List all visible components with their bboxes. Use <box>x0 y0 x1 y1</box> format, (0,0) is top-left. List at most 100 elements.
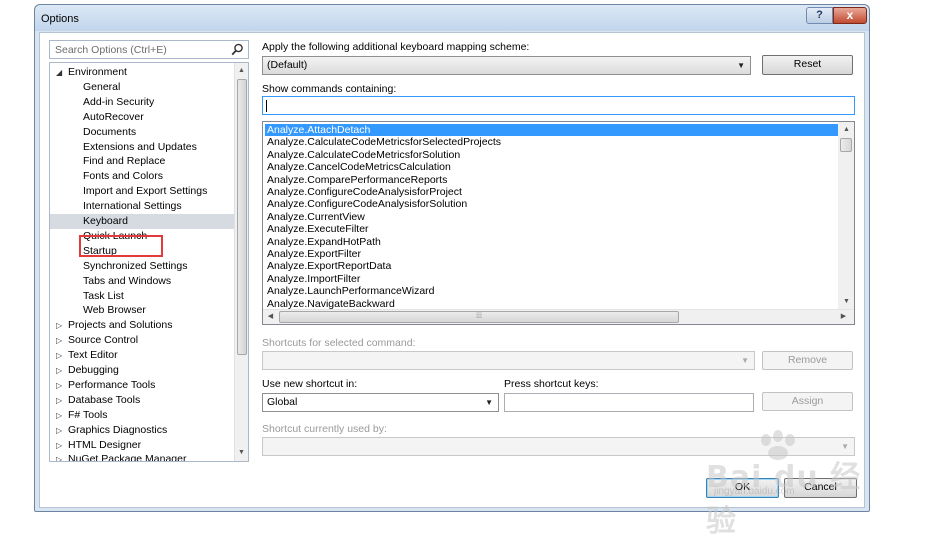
command-list-item[interactable]: Analyze.ExpandHotPath <box>265 236 839 248</box>
tree-item-label: Add-in Security <box>83 95 155 108</box>
expanded-arrow-icon[interactable]: ◢ <box>56 65 62 80</box>
collapsed-arrow-icon[interactable]: ▷ <box>56 333 62 348</box>
baidu-watermark: Bai du 经验 jingyan.baidu.com <box>700 430 880 539</box>
command-list-item[interactable]: Analyze.ComparePerformanceReports <box>265 174 839 186</box>
command-list-item[interactable]: Analyze.ConfigureCodeAnalysisforSolution <box>265 198 839 210</box>
tree-item[interactable]: General <box>50 80 234 95</box>
tree-item-label: General <box>83 80 121 93</box>
tree-item[interactable]: Task List <box>50 289 234 304</box>
watermark-url: jingyan.baidu.com <box>714 486 795 497</box>
scroll-up-arrow-icon[interactable]: ▲ <box>840 124 853 136</box>
currently-used-label: Shortcut currently used by: <box>262 423 387 435</box>
title-bar[interactable]: Options ? x <box>35 5 869 31</box>
scroll-left-arrow-icon[interactable]: ◀ <box>264 311 277 323</box>
tree-scroll-thumb[interactable] <box>237 79 247 355</box>
scroll-up-arrow-icon[interactable]: ▲ <box>235 65 248 77</box>
command-list-item[interactable]: Analyze.ExportReportData <box>265 260 839 272</box>
tree-item-label: Projects and Solutions <box>68 319 173 332</box>
tree-item[interactable]: ▷ Projects and Solutions <box>50 318 234 333</box>
mapping-scheme-select[interactable]: (Default) ▼ <box>262 56 751 75</box>
assign-button[interactable]: Assign <box>762 392 853 411</box>
window-title: Options <box>41 13 79 25</box>
tree-item[interactable]: Extensions and Updates <box>50 140 234 155</box>
tree-item[interactable]: ▷ Text Editor <box>50 348 234 363</box>
tree-item-label: Source Control <box>68 334 139 347</box>
tree-item[interactable]: AutoRecover <box>50 110 234 125</box>
show-commands-input[interactable] <box>262 96 855 115</box>
collapsed-arrow-icon[interactable]: ▷ <box>56 318 62 333</box>
close-button[interactable]: x <box>833 7 867 24</box>
command-list-item[interactable]: Analyze.ImportFilter <box>265 273 839 285</box>
chevron-down-icon: ▼ <box>485 398 493 407</box>
press-shortcut-label: Press shortcut keys: <box>504 378 599 390</box>
command-list-item[interactable]: Analyze.CalculateCodeMetricsforSolution <box>265 149 839 161</box>
command-list-item[interactable]: Analyze.CancelCodeMetricsCalculation <box>265 161 839 173</box>
mapping-scheme-label: Apply the following additional keyboard … <box>262 41 530 53</box>
tree-item-label: Find and Replace <box>83 155 166 168</box>
scroll-down-arrow-icon[interactable]: ▼ <box>235 447 248 459</box>
command-list-item[interactable]: Analyze.CurrentView <box>265 211 839 223</box>
command-list-item[interactable]: Analyze.CalculateCodeMetricsforSelectedP… <box>265 136 839 148</box>
tree-item[interactable]: ▷ Database Tools <box>50 393 234 408</box>
search-placeholder: Search Options (Ctrl+E) <box>55 44 167 56</box>
scroll-right-arrow-icon[interactable]: ▶ <box>837 311 850 323</box>
tree-item-label: Tabs and Windows <box>83 274 172 287</box>
tree-item[interactable]: Documents <box>50 125 234 140</box>
collapsed-arrow-icon[interactable]: ▷ <box>56 408 62 423</box>
press-shortcut-input[interactable] <box>504 393 754 412</box>
commands-hscroll-thumb[interactable]: ⁞⁞⁞ <box>279 311 679 323</box>
shortcuts-select[interactable]: ▼ <box>262 351 755 370</box>
options-tree[interactable]: ▷ NuGet Package Manager ▷ HTML Designer ▷ Gra… <box>49 62 249 462</box>
command-list-item[interactable]: Analyze.ExecuteFilter <box>265 223 839 235</box>
scroll-down-arrow-icon[interactable]: ▼ <box>840 296 853 308</box>
commands-list[interactable]: Analyze.NavigateForwardAnalyze.NavigateB… <box>262 121 855 325</box>
help-button[interactable]: ? <box>806 7 833 24</box>
tree-item[interactable]: Keyboard <box>50 214 234 229</box>
tree-item[interactable]: Add-in Security <box>50 95 234 110</box>
tree-item-label: Text Editor <box>68 349 118 362</box>
tree-item[interactable]: Fonts and Colors <box>50 169 234 184</box>
collapsed-arrow-icon[interactable]: ▷ <box>56 393 62 408</box>
tree-item[interactable]: Find and Replace <box>50 154 234 169</box>
tree-item-label: Import and Export Settings <box>83 185 208 198</box>
tree-item[interactable]: Synchronized Settings <box>50 259 234 274</box>
remove-button[interactable]: Remove <box>762 351 853 370</box>
tree-item[interactable]: International Settings <box>50 199 234 214</box>
tree-item[interactable]: Tabs and Windows <box>50 274 234 289</box>
command-list-item[interactable]: Analyze.ExportFilter <box>265 248 839 260</box>
tree-item-label: International Settings <box>83 200 182 213</box>
collapsed-arrow-icon[interactable]: ▷ <box>56 363 62 378</box>
tree-item[interactable]: ▷ Source Control <box>50 333 234 348</box>
command-list-item[interactable]: Analyze.AttachDetach <box>265 124 839 137</box>
collapsed-arrow-icon[interactable]: ▷ <box>56 378 62 393</box>
collapsed-arrow-icon[interactable]: ▷ <box>56 452 62 461</box>
command-list-item[interactable]: Analyze.LaunchPerformanceWizard <box>265 285 839 297</box>
search-options-input[interactable]: Search Options (Ctrl+E) <box>49 40 249 59</box>
tree-item[interactable]: ▷ HTML Designer <box>50 438 234 453</box>
tree-item-label: Synchronized Settings <box>83 259 188 272</box>
tree-item[interactable]: ▷ Graphics Diagnostics <box>50 423 234 438</box>
tree-item[interactable]: Import and Export Settings <box>50 184 234 199</box>
collapsed-arrow-icon[interactable]: ▷ <box>56 438 62 453</box>
tree-item[interactable]: Web Browser <box>50 303 234 318</box>
collapsed-arrow-icon[interactable]: ▷ <box>56 348 62 363</box>
commands-horizontal-scrollbar[interactable]: ◀ ⁞⁞⁞ ▶ <box>263 309 854 324</box>
command-list-item[interactable]: Analyze.ConfigureCodeAnalysisforProject <box>265 186 839 198</box>
use-new-shortcut-select[interactable]: Global ▼ <box>262 393 499 412</box>
tree-item[interactable]: ▷ Debugging <box>50 363 234 378</box>
tree-item-label: Performance Tools <box>68 378 156 391</box>
tree-item-label: Fonts and Colors <box>83 170 163 183</box>
use-new-shortcut-value: Global <box>267 396 298 408</box>
tree-item-label: Database Tools <box>68 393 141 406</box>
tree-item[interactable]: ▷ Performance Tools <box>50 378 234 393</box>
collapsed-arrow-icon[interactable]: ▷ <box>56 423 62 438</box>
chevron-down-icon: ▼ <box>741 356 749 365</box>
commands-scroll-thumb[interactable] <box>840 138 852 152</box>
tree-item[interactable]: ▷ F# Tools <box>50 408 234 423</box>
commands-vertical-scrollbar[interactable]: ▲ ▼ <box>838 122 854 310</box>
tree-item[interactable]: ◢ Environment <box>50 65 234 80</box>
text-caret <box>266 100 267 112</box>
tree-item[interactable]: ▷ NuGet Package Manager <box>50 452 234 461</box>
tree-scrollbar[interactable]: ▲ ▼ <box>234 63 248 461</box>
reset-button[interactable]: Reset <box>762 55 853 75</box>
